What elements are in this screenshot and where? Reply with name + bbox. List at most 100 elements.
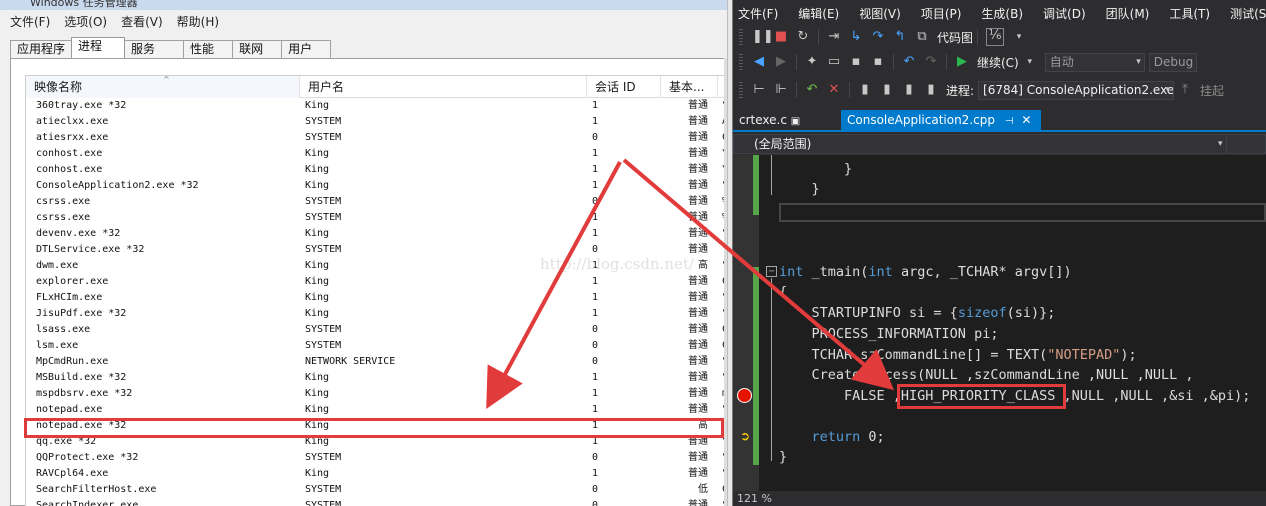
session-id-cell: 1 xyxy=(592,308,599,319)
vs-menu-test[interactable]: 测试(S) xyxy=(1230,5,1266,22)
table-row[interactable]: FLxHCIm.exeKing1普通“ xyxy=(26,290,727,306)
step-over-icon[interactable]: ↷ xyxy=(871,30,885,44)
column-header-user-name[interactable]: 用户名 xyxy=(300,76,587,98)
restart-icon[interactable]: ↻ xyxy=(796,30,810,44)
priority-cell: 普通 xyxy=(688,132,708,143)
tab-consoleapplication2[interactable]: ConsoleApplication2.cpp ⊣ ✕ xyxy=(841,110,1041,130)
table-row[interactable]: RAVCpl64.exeKing1普通“ xyxy=(26,466,727,482)
table-row[interactable]: 360tray.exe *32King1普通“ xyxy=(26,98,727,114)
toggle-breakpoint-icon[interactable]: ↶ xyxy=(805,83,819,97)
vs-menu-edit[interactable]: 编辑(E) xyxy=(798,5,839,22)
suspend-icon[interactable]: ⤒ xyxy=(1178,83,1192,97)
vs-menu-team[interactable]: 团队(M) xyxy=(1106,5,1150,22)
menu-help[interactable]: 帮助(H) xyxy=(177,13,219,30)
zoom-level[interactable]: 121 % xyxy=(733,491,1266,506)
table-row[interactable]: lsass.exeSYSTEM0普通C xyxy=(26,322,727,338)
continue-icon[interactable]: ▶ xyxy=(955,55,969,69)
vs-menu-build[interactable]: 生成(B) xyxy=(981,5,1023,22)
continue-button[interactable]: 继续(C) xyxy=(977,54,1019,71)
menu-file[interactable]: 文件(F) xyxy=(10,13,50,30)
thread-icon[interactable]: ⊢ xyxy=(752,83,766,97)
process-combo[interactable]: [6784] ConsoleApplication2.exe ▾ xyxy=(978,80,1175,100)
column-header-base-priority[interactable]: 基本... xyxy=(661,76,718,98)
table-row[interactable]: JisuPdf.exe *32King1普通“ xyxy=(26,306,727,322)
code-map-button[interactable]: 代码图 xyxy=(937,29,973,46)
vs-menu-debug[interactable]: 调试(D) xyxy=(1043,5,1086,22)
pin-icon[interactable]: ⊣ xyxy=(1005,116,1014,127)
menu-options[interactable]: 选项(O) xyxy=(64,13,107,30)
show-next-statement-icon[interactable]: ⇥ xyxy=(827,30,841,44)
table-row[interactable]: ConsoleApplication2.exe *32King1普通“ xyxy=(26,178,727,194)
navigate-back-icon[interactable]: ◀ xyxy=(752,55,766,69)
scope-dropdown[interactable]: (全局范围) ▾ xyxy=(733,134,1266,154)
tab-crtexe[interactable]: crtexe.c ▣ xyxy=(733,110,806,130)
vs-menu-file[interactable]: 文件(F) xyxy=(738,5,778,22)
table-row[interactable]: QQProtect.exe *32SYSTEM0普通“ xyxy=(26,450,727,466)
table-row[interactable]: csrss.exeSYSTEM1普通% xyxy=(26,210,727,226)
tab-users[interactable]: 用户 xyxy=(281,40,332,58)
tab-performance[interactable]: 性能 xyxy=(183,40,234,58)
auto-combo[interactable]: 自动 ▾ xyxy=(1044,52,1145,72)
table-row[interactable]: devenv.exe *32King1普通“ xyxy=(26,226,727,242)
vs-menu-project[interactable]: 项目(P) xyxy=(921,5,962,22)
tab-applications[interactable]: 应用程序 xyxy=(10,40,73,58)
open-file-icon[interactable]: ▭ xyxy=(827,55,841,69)
stop-debugging-icon[interactable]: ■ xyxy=(774,30,788,44)
undo-icon[interactable]: ↶ xyxy=(902,55,916,69)
table-row[interactable]: conhost.exeKing1普通\ xyxy=(26,146,727,162)
table-row[interactable]: lsm.exeSYSTEM0普通C xyxy=(26,338,727,354)
vs-menu-view[interactable]: 视图(V) xyxy=(859,5,901,22)
suspend-button[interactable]: 挂起 xyxy=(1200,82,1224,99)
code-line: STARTUPINFO si = {sizeof(si)}; xyxy=(779,305,1056,321)
table-row[interactable]: MpCmdRun.exeNETWORK SERVICE0普通“ xyxy=(26,354,727,370)
tab-services[interactable]: 服务 xyxy=(124,40,185,58)
menu-view[interactable]: 查看(V) xyxy=(121,13,163,30)
table-row[interactable]: mspdbsrv.exe *32King1普通m xyxy=(26,386,727,402)
prev-bookmark-icon[interactable]: ▮ xyxy=(880,83,894,97)
navigate-forward-icon[interactable]: ▶ xyxy=(774,55,788,69)
user-name-cell: King xyxy=(305,292,330,303)
breakpoint-icon[interactable] xyxy=(737,388,752,403)
code-map-icon[interactable]: ⧉ xyxy=(915,30,929,44)
table-row[interactable]: explorer.exeKing1普通C xyxy=(26,274,727,290)
user-name-cell: SYSTEM xyxy=(305,324,342,335)
new-project-icon[interactable]: ✦ xyxy=(805,55,819,69)
redo-icon[interactable]: ↷ xyxy=(924,55,938,69)
pin-icon[interactable]: ▣ xyxy=(791,116,800,127)
table-row[interactable]: MSBuild.exe *32King1普通“ xyxy=(26,370,727,386)
code-line: { xyxy=(779,284,788,300)
code-line: return 0; xyxy=(811,429,885,445)
step-out-icon[interactable]: ↰ xyxy=(893,30,907,44)
flag-icon[interactable]: ⊩ xyxy=(774,83,788,97)
close-icon[interactable]: ✕ xyxy=(1021,113,1031,127)
config-combo[interactable]: Debug xyxy=(1148,52,1197,72)
member-dropdown[interactable] xyxy=(1226,135,1266,153)
bookmark-icon[interactable]: ▮ xyxy=(858,83,872,97)
table-row[interactable]: atieclxx.exeSYSTEM1普通A xyxy=(26,114,727,130)
table-row[interactable]: SearchFilterHost.exeSYSTEM0低C xyxy=(26,482,727,498)
vs-menu-tools[interactable]: 工具(T) xyxy=(1169,5,1210,22)
save-icon[interactable]: ▪ xyxy=(849,55,863,69)
collapse-icon[interactable]: − xyxy=(766,266,777,277)
column-header-session-id[interactable]: 会话 ID xyxy=(587,76,661,98)
tab-processes[interactable]: 进程 xyxy=(71,37,126,58)
code-editor[interactable]: − ➲ } } int _tmain(int argc, _TCHAR* arg… xyxy=(733,155,1266,491)
table-row[interactable]: conhost.exeKing1普通\ xyxy=(26,162,727,178)
user-name-cell: SYSTEM xyxy=(305,244,342,255)
next-bookmark-icon[interactable]: ▮ xyxy=(902,83,916,97)
process-list[interactable]: 映像名称 ^ 用户名 会话 ID 基本... 命 360tray.exe *32… xyxy=(25,75,727,506)
table-row[interactable]: SearchIndexer.exeSYSTEM0普通“ xyxy=(26,498,727,506)
table-row[interactable]: notepad.exeKing1普通“ xyxy=(26,402,727,418)
tab-networking[interactable]: 联网 xyxy=(232,40,283,58)
step-into-icon[interactable]: ↳ xyxy=(849,30,863,44)
table-row[interactable]: csrss.exeSYSTEM0普通% xyxy=(26,194,727,210)
continue-dropdown-icon[interactable]: ▾ xyxy=(1023,55,1037,69)
save-all-icon[interactable]: ▪ xyxy=(871,55,885,69)
break-all-icon[interactable]: ❚❚ xyxy=(752,30,774,44)
toolbar-overflow-icon[interactable]: ▾ xyxy=(1012,30,1026,44)
hex-display-icon[interactable]: ⅙ xyxy=(986,28,1005,46)
clear-bookmarks-icon[interactable]: ▮ xyxy=(924,83,938,97)
clear-breakpoints-icon[interactable]: ✕ xyxy=(827,83,841,97)
table-row[interactable]: atiesrxx.exeSYSTEM0普通C xyxy=(26,130,727,146)
priority-cell: 普通 xyxy=(688,324,708,335)
